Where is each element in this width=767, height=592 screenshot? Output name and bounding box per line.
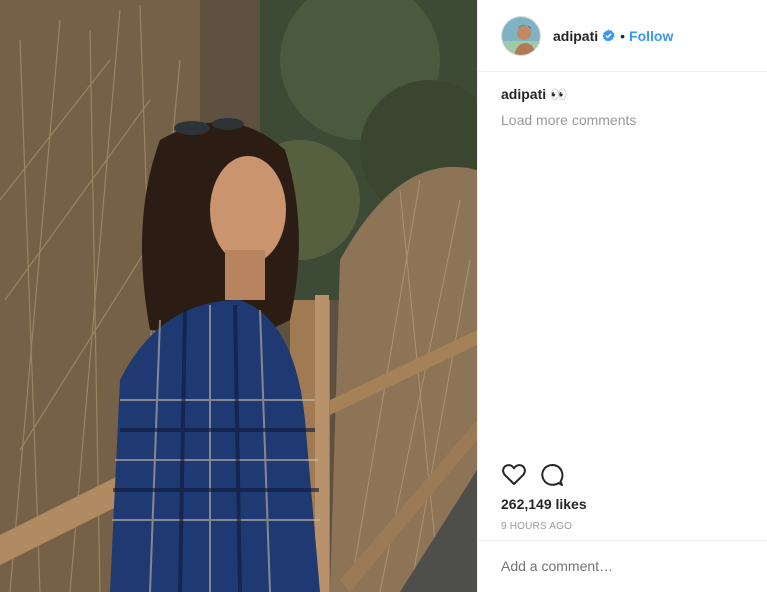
post-actions xyxy=(501,462,565,488)
comment-bar xyxy=(478,540,767,592)
post-container: adipati • Follow adipati 👀 Load more com… xyxy=(0,0,767,592)
comment-icon[interactable] xyxy=(539,462,565,488)
verified-badge-icon xyxy=(602,29,615,42)
photo-illustration xyxy=(0,0,477,592)
avatar[interactable] xyxy=(501,15,541,56)
post-sidebar: adipati • Follow adipati 👀 Load more com… xyxy=(477,0,767,592)
comment-input[interactable] xyxy=(501,558,741,574)
caption: adipati 👀 xyxy=(501,86,567,103)
heart-icon[interactable] xyxy=(501,462,527,488)
avatar-image xyxy=(502,16,540,55)
caption-username[interactable]: adipati xyxy=(501,86,546,102)
post-timestamp[interactable]: 9 HOURS AGO xyxy=(501,521,572,532)
likes-count[interactable]: 262,149 likes xyxy=(501,496,587,512)
load-more-comments-link[interactable]: Load more comments xyxy=(501,112,636,128)
header-username[interactable]: adipati xyxy=(553,28,598,44)
caption-text: 👀 xyxy=(550,86,568,102)
post-photo[interactable] xyxy=(0,0,477,592)
follow-button[interactable]: Follow xyxy=(629,28,673,44)
post-header: adipati • Follow xyxy=(478,0,767,72)
header-separator: • xyxy=(620,27,626,44)
